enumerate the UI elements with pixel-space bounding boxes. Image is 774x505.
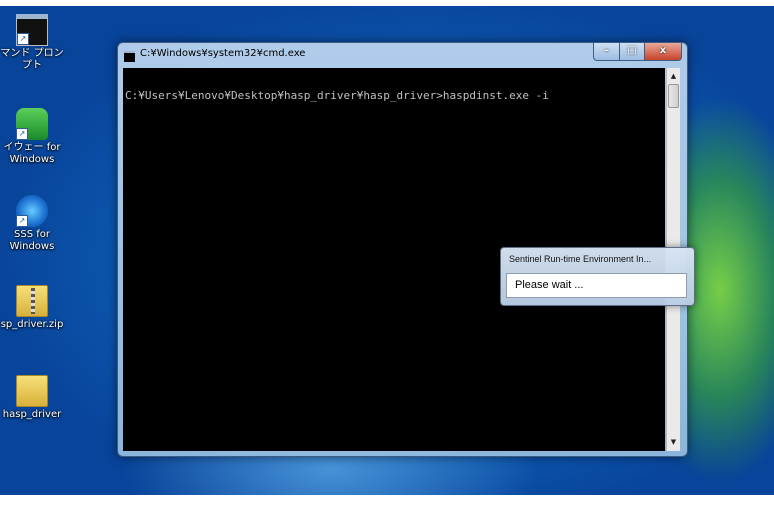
desktop-icon-label: hasp_driver	[2, 409, 62, 420]
desktop-icon-command-prompt[interactable]: ↗ マンド プロン プト	[0, 14, 64, 72]
window-titlebar[interactable]: C:¥Windows¥system32¥cmd.exe – □ x	[118, 43, 687, 67]
zip-stripe-icon	[31, 288, 35, 314]
desktop-icon-label: SSS for	[14, 229, 50, 240]
dialog-message: Please wait ...	[515, 279, 584, 291]
dialog-body: Please wait ...	[506, 273, 687, 298]
top-border	[0, 0, 774, 6]
desktop-icon-sss-for-windows[interactable]: ↗ SSS for Windows	[0, 195, 64, 253]
desktop-icon-label: マンド プロン	[0, 48, 64, 59]
scroll-thumb[interactable]	[668, 84, 679, 108]
shortcut-arrow-icon: ↗	[17, 33, 29, 45]
car-icon: ↗	[16, 108, 48, 140]
shortcut-arrow-icon: ↗	[16, 215, 28, 227]
desktop-icon-sp-driver-zip[interactable]: sp_driver.zip	[0, 285, 64, 331]
folder-icon	[16, 375, 48, 407]
scroll-down-icon[interactable]: ▼	[667, 435, 680, 449]
desktop-icon-highway-for-windows[interactable]: ↗ イウェー for Windows	[0, 108, 64, 166]
window-title: C:¥Windows¥system32¥cmd.exe	[140, 48, 306, 59]
minimize-button[interactable]: –	[593, 43, 620, 61]
zip-folder-icon	[16, 285, 48, 317]
shortcut-arrow-icon: ↗	[16, 128, 28, 140]
close-button[interactable]: x	[644, 43, 682, 61]
desktop-icon-hasp-driver[interactable]: hasp_driver	[0, 375, 64, 421]
desktop-icon-label: sp_driver.zip	[0, 319, 64, 330]
installer-progress-dialog[interactable]: Sentinel Run-time Environment In... Plea…	[500, 247, 695, 306]
desktop-icon-label: イウェー for	[3, 142, 61, 153]
desktop: ↗ マンド プロン プト ↗ イウェー for Windows ↗ SSS fo…	[0, 0, 774, 505]
cmd-icon: ↗	[16, 14, 48, 46]
cmd-window-icon[interactable]	[124, 51, 135, 62]
desktop-icon-label: プト	[22, 60, 42, 71]
console-line: C:¥Users¥Lenovo¥Desktop¥hasp_driver¥hasp…	[125, 89, 549, 102]
dialog-title: Sentinel Run-time Environment In...	[509, 254, 652, 264]
maximize-button[interactable]: □	[619, 43, 645, 61]
desktop-icon-label: Windows	[9, 241, 55, 252]
sss-icon: ↗	[16, 195, 48, 227]
scroll-up-icon[interactable]: ▲	[667, 69, 680, 83]
desktop-icon-label: Windows	[9, 154, 55, 165]
bottom-border	[0, 495, 774, 505]
